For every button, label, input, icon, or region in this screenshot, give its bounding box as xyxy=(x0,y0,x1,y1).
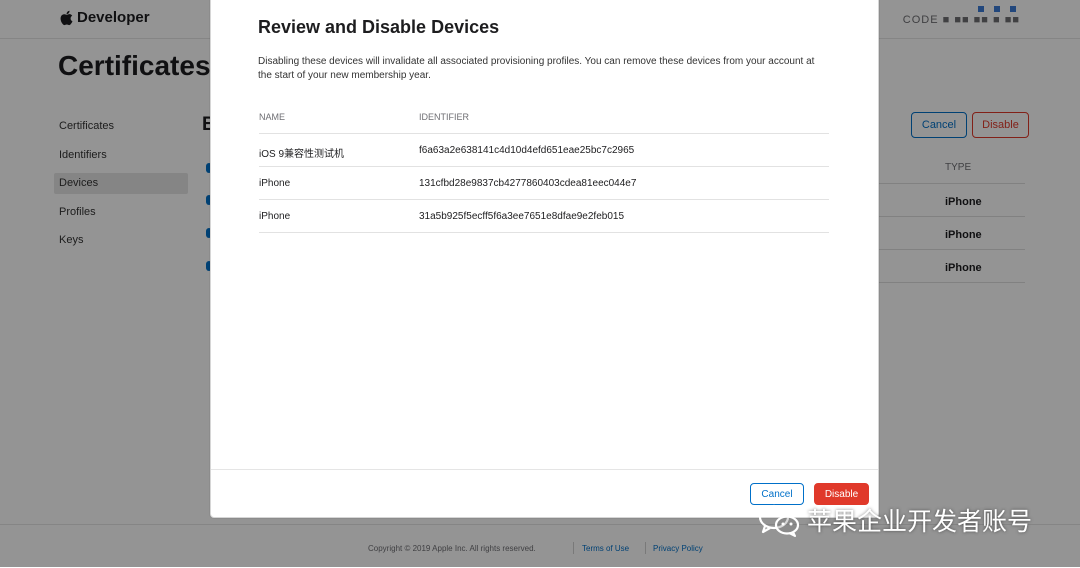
dialog-title: Review and Disable Devices xyxy=(258,17,500,37)
watermark-text: 苹果企业开发者账号 xyxy=(807,508,1033,536)
wechat-icon xyxy=(758,504,800,537)
device-name: iPhone xyxy=(259,211,291,222)
device-identifier: f6a63a2e638141c4d10d4efd651eae25bc7c2965 xyxy=(419,145,635,156)
disable-devices-dialog: Review and Disable Devices Disabling the… xyxy=(210,0,879,518)
identifier-column-header: IDENTIFIER xyxy=(419,112,470,122)
table-row: iPhone 131cfbd28e9837cb4277860403cdea81e… xyxy=(259,167,829,200)
device-identifier: 131cfbd28e9837cb4277860403cdea81eec044e7 xyxy=(419,178,637,189)
table-header-row: NAME IDENTIFIER xyxy=(259,101,829,134)
devices-table: NAME IDENTIFIER iOS 9兼容性测试机 f6a63a2e6381… xyxy=(259,101,829,233)
dialog-description: Disabling these devices will invalidate … xyxy=(258,56,815,81)
table-row: iOS 9兼容性测试机 f6a63a2e638141c4d10d4efd651e… xyxy=(259,134,829,167)
watermark: 苹果企业开发者账号 xyxy=(757,502,1032,538)
device-identifier: 31a5b925f5ecff5f6a3ee7651e8dfae9e2feb015 xyxy=(419,211,625,222)
device-name: iOS 9兼容性测试机 xyxy=(259,149,345,160)
device-name: iPhone xyxy=(259,178,291,189)
table-row: iPhone 31a5b925f5ecff5f6a3ee7651e8dfae9e… xyxy=(259,200,829,233)
name-column-header: NAME xyxy=(259,112,286,122)
